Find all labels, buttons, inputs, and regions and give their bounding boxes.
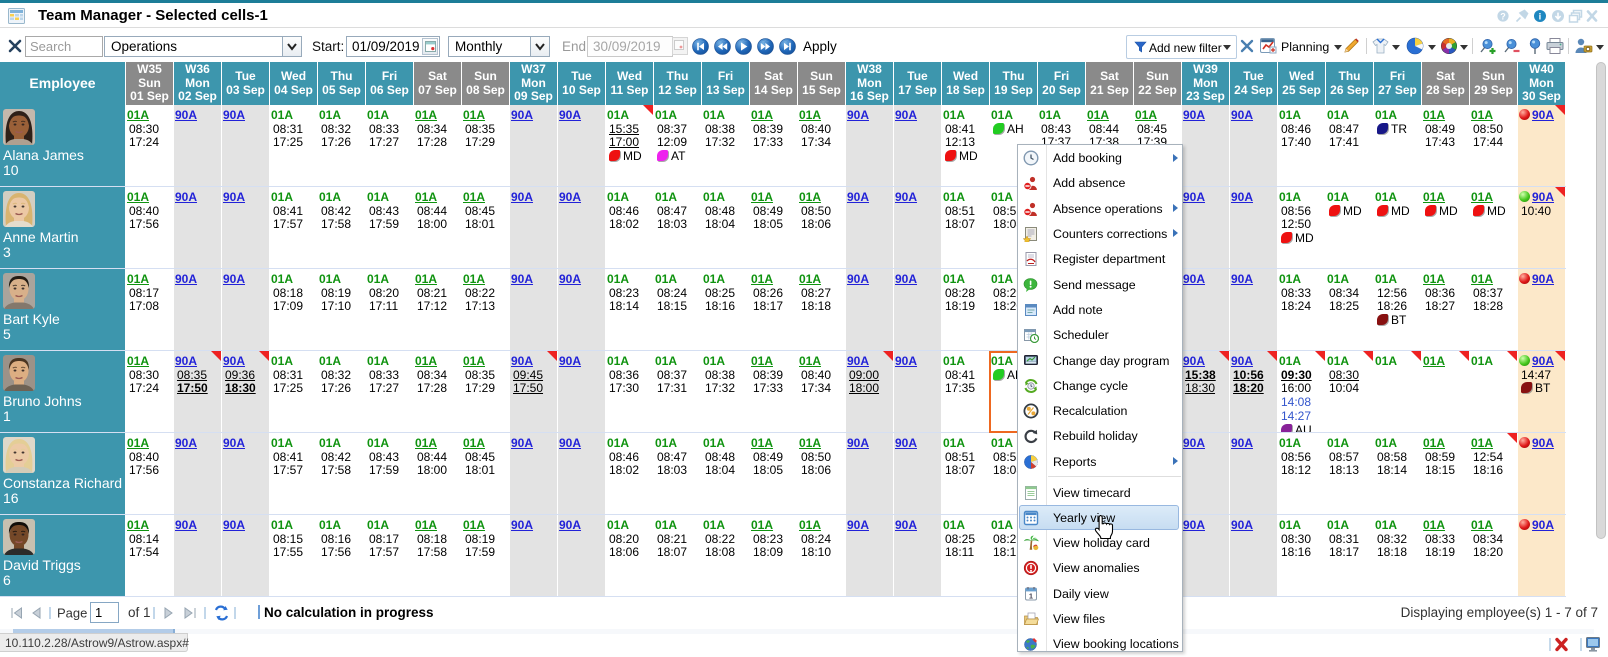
svg-text:1: 1 — [1029, 591, 1033, 600]
svg-text:i: i — [1539, 12, 1542, 23]
svg-text:Page: Page — [57, 606, 87, 621]
svg-text:?: ? — [1500, 12, 1506, 22]
